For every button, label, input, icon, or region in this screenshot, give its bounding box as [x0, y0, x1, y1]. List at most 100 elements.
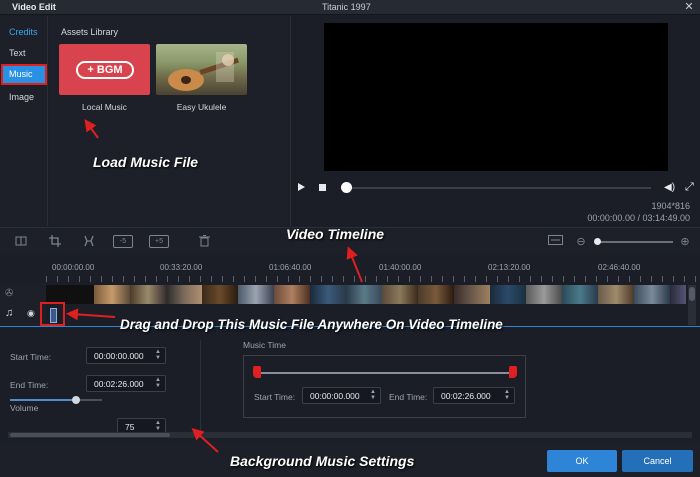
spin-arrows-icon[interactable]: ▲ ▼: [155, 420, 161, 432]
start-time-input[interactable]: 00:00:00.000 ▲ ▼: [86, 347, 166, 364]
music-range-track[interactable]: [258, 372, 514, 374]
seek-bar[interactable]: [343, 187, 651, 189]
zoom-out-icon[interactable]: ⊖: [575, 235, 587, 248]
music-note-icon: ♫: [5, 307, 14, 319]
crop-icon[interactable]: [48, 235, 62, 248]
close-icon[interactable]: ✕: [682, 0, 696, 15]
tick-label: 02:46:40.00: [598, 263, 641, 272]
end-time-label: End Time:: [10, 380, 49, 390]
video-frame: [418, 285, 454, 304]
tick-label: 00:33:20.00: [160, 263, 203, 272]
music-clip-highlight: [40, 302, 65, 326]
video-track[interactable]: [46, 285, 686, 304]
annotation-bg-settings: Background Music Settings: [230, 453, 415, 469]
category-credits[interactable]: Credits: [9, 27, 38, 37]
zoom-in-icon[interactable]: ⊕: [679, 235, 691, 248]
local-music-label: Local Music: [82, 102, 127, 112]
volume-icon[interactable]: ◀): [664, 182, 675, 193]
seek-knob[interactable]: [341, 182, 352, 193]
video-frame: [346, 285, 382, 304]
annotation-load-music: Load Music File: [93, 154, 199, 170]
bgm-badge: + BGM: [76, 61, 134, 79]
forward-5-icon[interactable]: +5: [149, 235, 169, 248]
cancel-button[interactable]: Cancel: [622, 450, 693, 472]
time-readout: 00:00:00.00 / 03:14:49.00: [587, 213, 690, 223]
video-frame: [634, 285, 670, 304]
resolution-text: 1904*816: [651, 201, 690, 211]
video-frame: [130, 285, 166, 304]
ruler-ticks: [46, 276, 700, 282]
music-time-label: Music Time: [243, 340, 286, 350]
end-time-value: 00:02:26.000: [94, 379, 144, 389]
assets-library: Assets Library + BGM Local Music Easy Uk…: [49, 16, 289, 226]
video-frame: [670, 285, 686, 304]
annotation-video-timeline: Video Timeline: [286, 226, 385, 242]
music-range-end-handle[interactable]: [509, 366, 517, 378]
local-music-tile[interactable]: + BGM: [59, 44, 150, 95]
delete-icon[interactable]: [197, 235, 211, 248]
video-frame: [490, 285, 526, 304]
music-start-input[interactable]: 00:00:00.000 ▲ ▼: [302, 387, 381, 404]
music-range-start-handle[interactable]: [253, 366, 261, 378]
category-panel: Credits Text Music Image: [0, 16, 48, 226]
category-text[interactable]: Text: [9, 48, 26, 58]
easy-ukulele-label: Easy Ukulele: [176, 102, 227, 112]
ok-button[interactable]: OK: [547, 450, 617, 472]
spin-arrows-icon[interactable]: ▲ ▼: [370, 389, 376, 401]
assets-library-title: Assets Library: [61, 27, 119, 37]
video-frame: [202, 285, 238, 304]
tick-label: 02:13:20.00: [488, 263, 531, 272]
end-time-input[interactable]: 00:02:26.000 ▲ ▼: [86, 375, 166, 392]
timeline-ruler[interactable]: 00:00:00.00 00:33:20.00 01:06:40.00 01:4…: [0, 256, 700, 282]
effect-icon[interactable]: [82, 235, 96, 248]
tick-label: 01:40:00.00: [379, 263, 422, 272]
music-end-input[interactable]: 00:02:26.000 ▲ ▼: [433, 387, 515, 404]
video-frame: [166, 285, 202, 304]
video-preview[interactable]: [324, 23, 668, 171]
play-icon[interactable]: [298, 183, 305, 191]
video-frame: [238, 285, 274, 304]
spin-arrows-icon[interactable]: ▲ ▼: [504, 389, 510, 401]
ukulele-thumbnail-icon: [168, 52, 239, 91]
tick-label: 01:06:40.00: [269, 263, 312, 272]
rewind-5-icon[interactable]: -5: [113, 235, 133, 248]
spin-arrows-icon[interactable]: ▲ ▼: [155, 377, 161, 389]
volume-slider-knob[interactable]: [72, 396, 80, 404]
video-frame: [526, 285, 562, 304]
settings-scroll-thumb[interactable]: [10, 433, 170, 437]
category-image[interactable]: Image: [9, 92, 34, 102]
annotation-drag-drop: Drag and Drop This Music File Anywhere O…: [120, 317, 503, 332]
zoom-slider[interactable]: [595, 241, 673, 243]
settings-divider: [200, 340, 201, 438]
video-frame: [382, 285, 418, 304]
video-frame: [274, 285, 310, 304]
category-music[interactable]: Music: [1, 64, 47, 85]
title-bar: Video Edit Titanic 1997 ✕: [0, 0, 700, 15]
file-title: Titanic 1997: [322, 2, 371, 12]
rewind-5-label: -5: [119, 238, 127, 245]
timeline-scroll-thumb[interactable]: [689, 287, 695, 301]
stop-icon[interactable]: [319, 184, 326, 191]
music-start-label: Start Time:: [254, 392, 296, 402]
volume-value: 75: [125, 422, 135, 432]
spin-arrows-icon[interactable]: ▲ ▼: [155, 349, 161, 361]
forward-5-label: +5: [155, 238, 163, 245]
video-frame: [598, 285, 634, 304]
music-end-label: End Time:: [389, 392, 428, 402]
video-frame: [310, 285, 346, 304]
music-start-value: 00:00:00.000: [310, 391, 360, 401]
zoom-knob[interactable]: [594, 238, 601, 245]
easy-ukulele-tile[interactable]: [156, 44, 247, 95]
volume-label: Volume: [10, 403, 39, 413]
fit-icon[interactable]: [547, 235, 563, 248]
split-icon[interactable]: [14, 235, 28, 248]
video-frame: [562, 285, 598, 304]
eye-icon[interactable]: ◉: [27, 308, 35, 319]
video-player: ◀) ⤢ 1904*816 00:00:00.00 / 03:14:49.00: [290, 16, 700, 226]
fullscreen-icon[interactable]: ⤢: [685, 181, 694, 194]
tick-label: 00:00:00.00: [52, 263, 95, 272]
player-controls: ◀) ⤢: [291, 180, 700, 196]
video-frame: [454, 285, 490, 304]
film-reel-icon: ✇: [5, 288, 14, 299]
video-frame: [94, 285, 130, 304]
